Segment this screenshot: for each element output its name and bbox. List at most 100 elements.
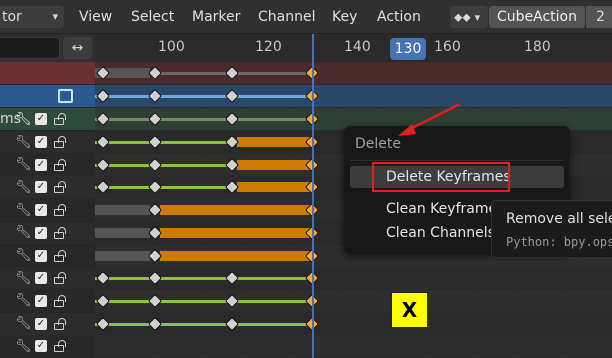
keyframe[interactable]	[147, 316, 163, 331]
checkbox-icon[interactable]: ✓	[35, 113, 47, 125]
keyframe[interactable]	[224, 316, 240, 331]
keyframe[interactable]	[147, 293, 163, 308]
wrench-icon[interactable]: 🔧︎	[15, 203, 32, 218]
menu-action[interactable]: Action	[377, 6, 421, 28]
playhead-line[interactable]	[312, 34, 314, 358]
sync-visibility-button[interactable]: ↔	[63, 37, 92, 59]
checkbox-icon[interactable]: ✓	[35, 158, 47, 171]
keyframe[interactable]	[147, 134, 163, 150]
wrench-icon[interactable]: 🔧︎	[15, 293, 32, 308]
keyframe[interactable]	[95, 111, 111, 127]
channel-row[interactable]: 🔧︎ ✓	[0, 221, 95, 244]
unlock-icon[interactable]	[53, 181, 67, 194]
checkbox-icon[interactable]: ✓	[35, 181, 47, 194]
menu-key[interactable]: Key	[332, 6, 357, 28]
wrench-icon[interactable]: 🔧︎	[15, 339, 32, 354]
menu-view[interactable]: View	[79, 6, 112, 28]
action-name-field[interactable]: CubeAction	[489, 6, 585, 28]
wrench-icon[interactable]: 🔧︎	[15, 135, 32, 150]
checkbox-icon[interactable]: ✓	[35, 226, 47, 239]
frame-ruler[interactable]: 100 120 130 140 160 180	[95, 35, 612, 62]
channel-row[interactable]: 🔧︎ ✓	[0, 176, 95, 199]
unlock-icon[interactable]	[53, 317, 67, 330]
frame-label: 120	[255, 39, 282, 55]
unlock-icon[interactable]	[53, 226, 67, 239]
wrench-icon[interactable]: 🔧︎	[15, 248, 32, 263]
menu-channel[interactable]: Channel	[258, 6, 315, 28]
keyframe[interactable]	[95, 271, 111, 286]
channel-search-bar: ↔	[0, 35, 95, 62]
search-input[interactable]	[0, 37, 60, 59]
wrench-icon[interactable]: 🔧︎	[15, 271, 32, 286]
unlock-icon[interactable]	[53, 136, 67, 148]
keyframe-row[interactable]	[95, 335, 612, 358]
channel-row[interactable]: 🔧︎ ✓	[0, 267, 95, 290]
checkbox-icon[interactable]: ✓	[35, 340, 47, 353]
menu-marker[interactable]: Marker	[192, 6, 240, 28]
keyframe[interactable]	[147, 271, 163, 286]
checkbox-icon[interactable]: ✓	[35, 136, 47, 148]
keyframe[interactable]	[95, 316, 111, 331]
channel-row[interactable]: 🔧︎ ✓	[0, 335, 95, 358]
channel-row[interactable]: 🔧︎ ✓	[0, 131, 95, 153]
channel-row[interactable]: 🔧︎ ✓	[0, 289, 95, 312]
wrench-icon[interactable]: 🔧︎	[15, 225, 32, 240]
keyframe[interactable]	[147, 180, 163, 195]
keyframe[interactable]	[147, 88, 163, 104]
menu-select[interactable]: Select	[131, 6, 174, 28]
channel-summary[interactable]	[0, 62, 95, 84]
object-icon	[58, 89, 73, 103]
keyframe[interactable]	[95, 134, 111, 150]
channel-object[interactable]	[0, 85, 95, 107]
keyframe[interactable]	[147, 157, 163, 172]
unlock-icon[interactable]	[53, 113, 67, 125]
keyframe[interactable]	[224, 111, 240, 127]
keyframe-row[interactable]	[95, 62, 612, 84]
wrench-icon[interactable]: 🔧︎	[15, 157, 32, 172]
editor-type-dropdown[interactable]: tor ▾	[0, 6, 64, 28]
unlock-icon[interactable]	[53, 249, 67, 262]
wrench-icon[interactable]: 🔧︎	[15, 180, 32, 195]
keyframe[interactable]	[95, 293, 111, 308]
unlock-icon[interactable]	[53, 204, 67, 217]
frame-label: 180	[524, 39, 551, 55]
channel-row[interactable]: 🔧︎ ✓	[0, 199, 95, 222]
hold-bar	[95, 250, 150, 261]
tooltip-description: Remove all selected keyframes	[506, 211, 612, 227]
keyframe-row[interactable]	[95, 312, 612, 335]
keyframe[interactable]	[224, 271, 240, 286]
keyframe-row[interactable]	[95, 267, 612, 290]
unlock-icon[interactable]	[53, 340, 67, 353]
channel-row[interactable]: 🔧︎ ✓	[0, 312, 95, 335]
current-frame-indicator[interactable]: 130	[390, 38, 426, 60]
keyframe[interactable]	[95, 180, 111, 195]
action-browse-button[interactable]: ⬥⬥ ▾	[450, 6, 488, 28]
wrench-icon[interactable]: 🔧︎	[15, 316, 32, 331]
keyframe[interactable]	[224, 293, 240, 308]
keyframe[interactable]	[147, 65, 163, 81]
keyframe[interactable]	[95, 157, 111, 172]
keyframe-row[interactable]	[95, 289, 612, 312]
channel-group[interactable]: ms 🔧︎ ✓	[0, 108, 95, 130]
keyframe[interactable]	[224, 65, 240, 81]
channel-row[interactable]: 🔧︎ ✓	[0, 244, 95, 267]
checkbox-icon[interactable]: ✓	[35, 204, 47, 217]
hold-line	[95, 95, 312, 98]
unlock-icon[interactable]	[53, 272, 67, 285]
checkbox-icon[interactable]: ✓	[35, 294, 47, 307]
checkbox-icon[interactable]: ✓	[35, 317, 47, 330]
keyframe-row[interactable]	[95, 85, 612, 107]
key-press-indicator: X	[391, 292, 428, 328]
keyframe[interactable]	[147, 111, 163, 127]
wrench-icon[interactable]: 🔧︎	[15, 112, 32, 127]
checkbox-icon[interactable]: ✓	[35, 272, 47, 285]
unlock-icon[interactable]	[53, 294, 67, 307]
action-user-count[interactable]: 2	[586, 6, 612, 28]
keyframe[interactable]	[224, 88, 240, 104]
frame-label: 140	[344, 39, 371, 55]
checkbox-icon[interactable]: ✓	[35, 249, 47, 262]
keyframe[interactable]	[95, 88, 111, 104]
unlock-icon[interactable]	[53, 158, 67, 171]
channel-row[interactable]: 🔧︎ ✓	[0, 153, 95, 176]
hold-line	[95, 277, 312, 281]
